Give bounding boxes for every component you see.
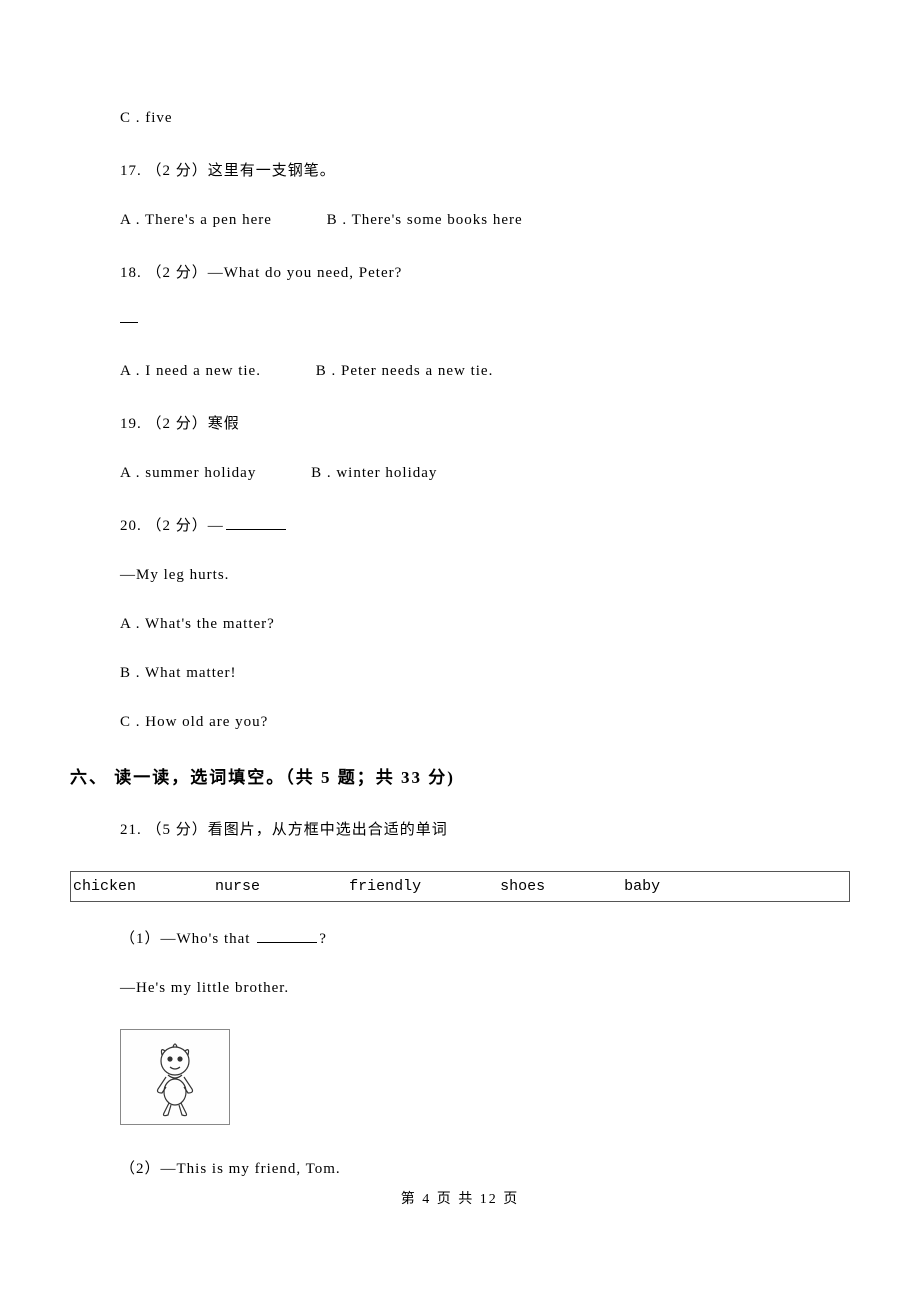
word-bank-w2: nurse: [215, 878, 260, 895]
q21-sub1-pre: （1）—Who's that: [120, 931, 255, 947]
content-area: C . five 17. （2 分）这里有一支钢笔。 A . There's a…: [70, 110, 850, 731]
q18-stem: 18. （2 分）—What do you need, Peter?: [120, 261, 850, 282]
q18-option-a: A . I need a new tie.: [120, 363, 261, 380]
q20-stem-text: 20. （2 分）—: [120, 518, 224, 534]
q21-sub2-question: （2）—This is my friend, Tom.: [120, 1157, 850, 1178]
baby-image: [120, 1029, 230, 1125]
q21-sub1-question: （1）—Who's that ?: [120, 927, 850, 948]
q19-option-b: B . winter holiday: [311, 465, 437, 482]
word-bank-w1: chicken: [73, 878, 136, 895]
q18-option-b: B . Peter needs a new tie.: [316, 363, 494, 380]
q17-option-b: B . There's some books here: [327, 212, 523, 229]
q20-reply: —My leg hurts.: [120, 567, 850, 584]
q20-option-c: C . How old are you?: [120, 714, 850, 731]
q21-stem: 21. （5 分）看图片，从方框中选出合适的单词: [120, 818, 850, 839]
q18-dash: [120, 314, 850, 331]
q19-options: A . summer holiday B . winter holiday: [120, 465, 850, 482]
section-6-content: 21. （5 分）看图片，从方框中选出合适的单词: [70, 818, 850, 839]
q21-sub1-post: ?: [319, 931, 327, 947]
q17-option-a: A . There's a pen here: [120, 212, 272, 229]
q19-stem: 19. （2 分）寒假: [120, 412, 850, 433]
word-bank-w5: baby: [624, 878, 660, 895]
baby-icon: [140, 1037, 210, 1117]
word-bank-box: chicken nurse friendly shoes baby: [70, 871, 850, 902]
q18-options: A . I need a new tie. B . Peter needs a …: [120, 363, 850, 380]
q17-stem: 17. （2 分）这里有一支钢笔。: [120, 159, 850, 180]
q20-option-b: B . What matter!: [120, 665, 850, 682]
q19-option-a: A . summer holiday: [120, 465, 256, 482]
word-bank-w3: friendly: [349, 878, 421, 895]
exam-page: C . five 17. （2 分）这里有一支钢笔。 A . There's a…: [0, 0, 920, 1262]
q21-sub-content: （1）—Who's that ? —He's my little brother…: [70, 927, 850, 1178]
blank-line: [226, 514, 286, 530]
blank-line: [257, 927, 317, 943]
q20-stem: 20. （2 分）—: [120, 514, 850, 535]
page-footer: 第 4 页 共 12 页: [70, 1188, 850, 1208]
q17-options: A . There's a pen here B . There's some …: [120, 212, 850, 229]
word-bank-w4: shoes: [500, 878, 545, 895]
q20-option-a: A . What's the matter?: [120, 616, 850, 633]
section-6-heading: 六、 读一读，选词填空。（共 5 题；共 33 分): [70, 763, 850, 788]
q21-sub1-reply: —He's my little brother.: [120, 980, 850, 997]
q16-option-c: C . five: [120, 110, 850, 127]
